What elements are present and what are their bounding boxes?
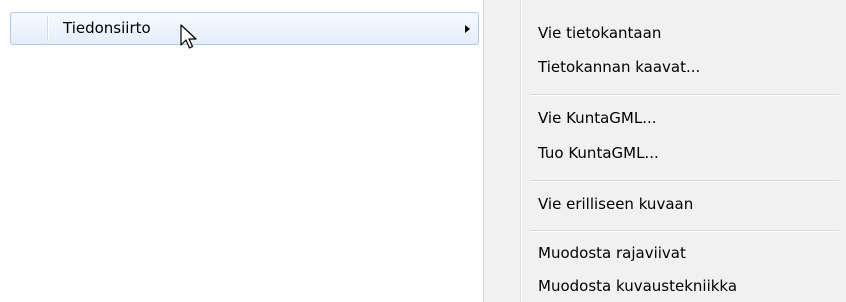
menu-item-vie-tietokantaan[interactable]: Vie tietokantaan — [538, 19, 661, 47]
submenu-arrow-icon — [465, 25, 470, 33]
icon-gutter-separator — [47, 16, 49, 41]
submenu-panel: Vie tietokantaan Tietokannan kaavat... V… — [483, 0, 846, 302]
menu-item-tietokannan-kaavat[interactable]: Tietokannan kaavat... — [538, 53, 700, 81]
submenu-icon-gutter — [520, 0, 522, 302]
menu-separator — [530, 230, 839, 232]
menu-item-label: Tiedonsiirto — [63, 19, 151, 37]
menu-item-vie-erilliseen-kuvaan[interactable]: Vie erilliseen kuvaan — [538, 190, 693, 218]
menu-item-muodosta-rajaviivat[interactable]: Muodosta rajaviivat — [538, 239, 686, 267]
mouse-cursor-icon — [180, 24, 197, 49]
menu-separator — [530, 94, 839, 96]
menu-item-muodosta-kuvaustekniikka[interactable]: Muodosta kuvaustekniikka — [538, 272, 737, 300]
menu-separator — [530, 180, 839, 182]
menu-item-tuo-kuntagml[interactable]: Tuo KuntaGML... — [538, 139, 659, 167]
menu-item-vie-kuntagml[interactable]: Vie KuntaGML... — [538, 104, 657, 132]
menu-item-tiedonsiirto[interactable]: Tiedonsiirto — [10, 12, 479, 45]
